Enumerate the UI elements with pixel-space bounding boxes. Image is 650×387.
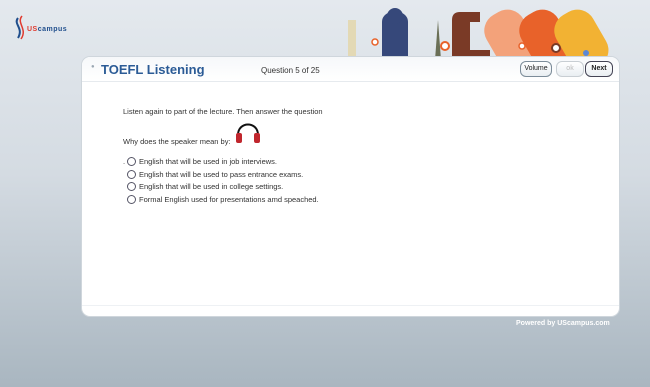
radio-button[interactable] — [127, 195, 136, 205]
answer-label: English that will be used in college set… — [139, 182, 284, 192]
question-counter: Question 5 of 25 — [261, 66, 320, 75]
question-text: Why does the speaker mean by: — [123, 137, 231, 146]
section-title: TOEFL Listening — [101, 62, 205, 77]
brand-name: UScampus — [27, 26, 68, 33]
answer-label: English that will be used in job intervi… — [139, 157, 277, 166]
volume-button[interactable]: Volume — [520, 61, 552, 77]
radio-button[interactable] — [127, 157, 136, 166]
answer-label: Formal English used for presentations am… — [139, 195, 319, 205]
radio-button[interactable] — [127, 169, 136, 179]
ok-button[interactable]: ok — [556, 61, 584, 77]
header-dots-icon: ● — [91, 64, 95, 70]
lead-mark: . — [123, 157, 126, 166]
instruction-text: Listen again to part of the lecture. The… — [123, 107, 323, 116]
powered-by-link[interactable]: Powered by UScampus.com — [516, 320, 610, 327]
headphones-icon[interactable] — [235, 117, 261, 145]
answer-label: English that will be used to pass entran… — [139, 169, 304, 179]
banner-illustration — [348, 8, 609, 60]
question-panel: ● TOEFL Listening Question 5 of 25 Volum… — [82, 57, 619, 316]
next-button[interactable]: Next — [585, 61, 613, 77]
panel-header: ● TOEFL Listening Question 5 of 25 Volum… — [82, 57, 619, 82]
panel-footer-divider — [82, 305, 619, 316]
radio-button[interactable] — [127, 182, 136, 192]
